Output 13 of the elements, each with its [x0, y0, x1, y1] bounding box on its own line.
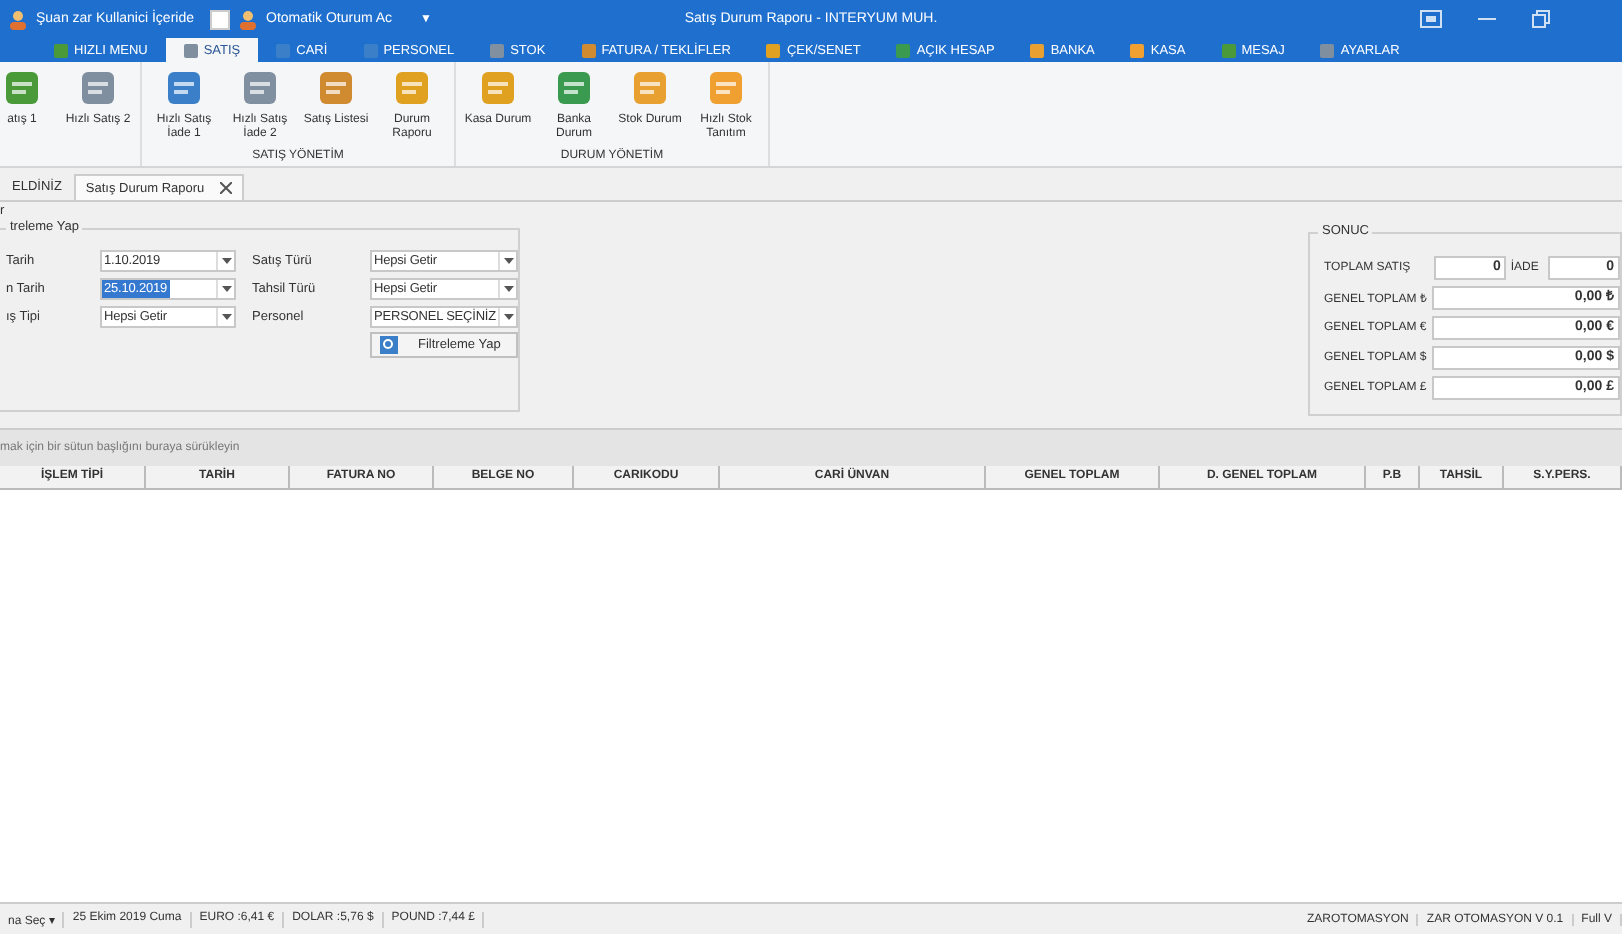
restore-icon[interactable] — [1532, 10, 1550, 28]
close-icon[interactable] — [220, 182, 233, 194]
user-icon — [8, 9, 28, 29]
caret-icon[interactable] — [503, 258, 513, 264]
caret-icon[interactable] — [221, 314, 231, 320]
search-icon — [380, 336, 398, 354]
auto-login-checkbox[interactable] — [210, 9, 230, 29]
window-icon[interactable] — [1420, 10, 1442, 28]
caret-icon[interactable] — [503, 314, 513, 320]
caret-icon[interactable] — [221, 258, 231, 264]
user-icon — [238, 9, 258, 29]
caret-icon[interactable] — [221, 286, 231, 292]
caret-icon[interactable] — [503, 286, 513, 292]
